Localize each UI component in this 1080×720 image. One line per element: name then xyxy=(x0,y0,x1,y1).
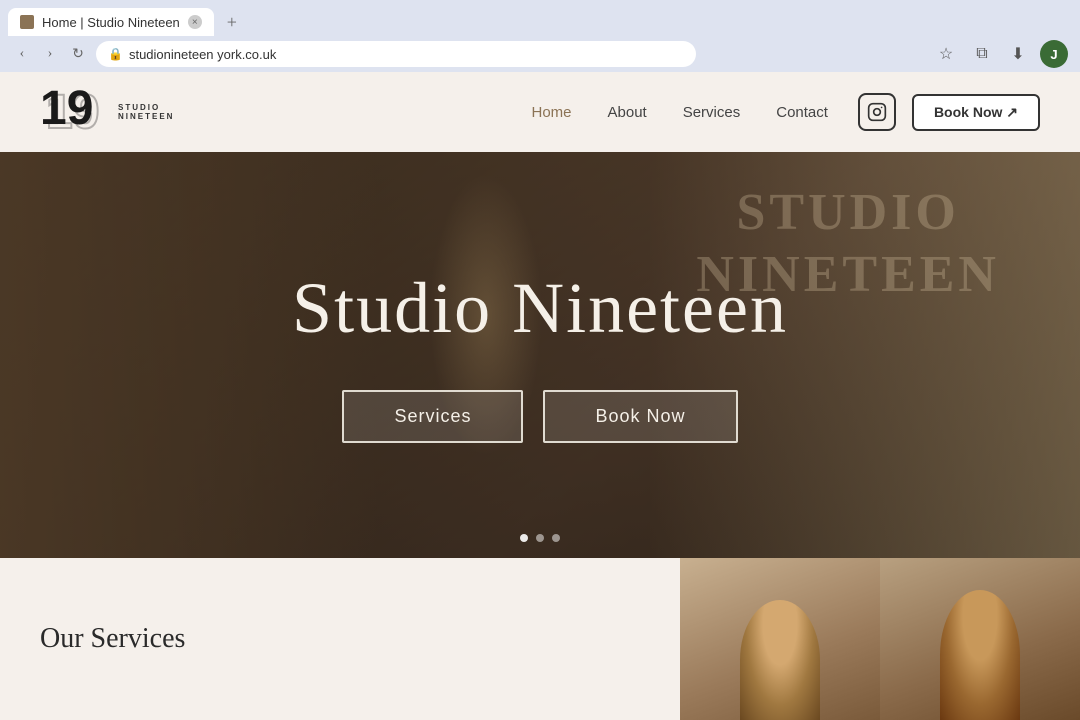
bookmark-button[interactable]: ☆ xyxy=(932,40,960,68)
site-header: 19 19 STUDIO NINETEEN Home About Service… xyxy=(0,72,1080,152)
back-button[interactable]: ‹ xyxy=(12,44,32,64)
active-tab[interactable]: Home | Studio Nineteen × xyxy=(8,8,214,36)
nav-about[interactable]: About xyxy=(608,104,647,121)
services-header: Our Services xyxy=(40,623,300,655)
service-thumbnail-right xyxy=(880,558,1080,720)
site-navigation: Home About Services Contact xyxy=(531,104,827,121)
new-tab-button[interactable]: + xyxy=(218,8,246,36)
service-thumbnail-left xyxy=(680,558,880,720)
instagram-button[interactable] xyxy=(858,93,896,131)
refresh-button[interactable]: ↻ xyxy=(68,44,88,64)
hero-buttons: Services Book Now xyxy=(342,390,737,443)
services-section-title: Our Services xyxy=(40,623,300,655)
tab-close-button[interactable]: × xyxy=(188,15,202,29)
download-button[interactable]: ⬇ xyxy=(1004,40,1032,68)
carousel-dot-2[interactable] xyxy=(536,534,544,542)
site-logo[interactable]: 19 19 STUDIO NINETEEN xyxy=(40,85,174,140)
hero-services-button[interactable]: Services xyxy=(342,390,523,443)
browser-actions: ☆ ⧉ ⬇ J xyxy=(932,40,1068,68)
logo-text: STUDIO NINETEEN xyxy=(118,103,174,121)
url-input[interactable]: 🔒 studionineteen york.co.uk xyxy=(96,41,696,67)
carousel-dots xyxy=(520,534,560,542)
hero-section: STUDIO NINETEEN Studio Nineteen Services… xyxy=(0,152,1080,558)
nav-home[interactable]: Home xyxy=(531,104,571,121)
address-bar: ‹ › ↻ 🔒 studionineteen york.co.uk ☆ ⧉ ⬇ … xyxy=(0,36,1080,72)
tab-title: Home | Studio Nineteen xyxy=(42,15,180,30)
service-thumbnails xyxy=(680,558,1080,720)
book-now-header-button[interactable]: Book Now ↗ xyxy=(912,94,1040,131)
carousel-dot-1[interactable] xyxy=(520,534,528,542)
extensions-button[interactable]: ⧉ xyxy=(968,40,996,68)
hero-title: Studio Nineteen xyxy=(292,267,788,350)
browser-chrome: Home | Studio Nineteen × + ‹ › ↻ 🔒 studi… xyxy=(0,0,1080,72)
tab-favicon xyxy=(20,15,34,29)
tab-bar: Home | Studio Nineteen × + xyxy=(0,0,1080,36)
logo-mark: 19 19 xyxy=(40,85,110,140)
carousel-dot-3[interactable] xyxy=(552,534,560,542)
hero-book-button[interactable]: Book Now xyxy=(543,390,737,443)
forward-button[interactable]: › xyxy=(40,44,60,64)
url-text: studionineteen york.co.uk xyxy=(129,47,276,62)
services-preview-section: Our Services All Services ↗ xyxy=(0,558,1080,720)
hero-content: Studio Nineteen Services Book Now xyxy=(0,152,1080,558)
nav-services[interactable]: Services xyxy=(683,104,741,121)
site-wrapper: 19 19 STUDIO NINETEEN Home About Service… xyxy=(0,72,1080,720)
nav-contact[interactable]: Contact xyxy=(776,104,828,121)
profile-button[interactable]: J xyxy=(1040,40,1068,68)
